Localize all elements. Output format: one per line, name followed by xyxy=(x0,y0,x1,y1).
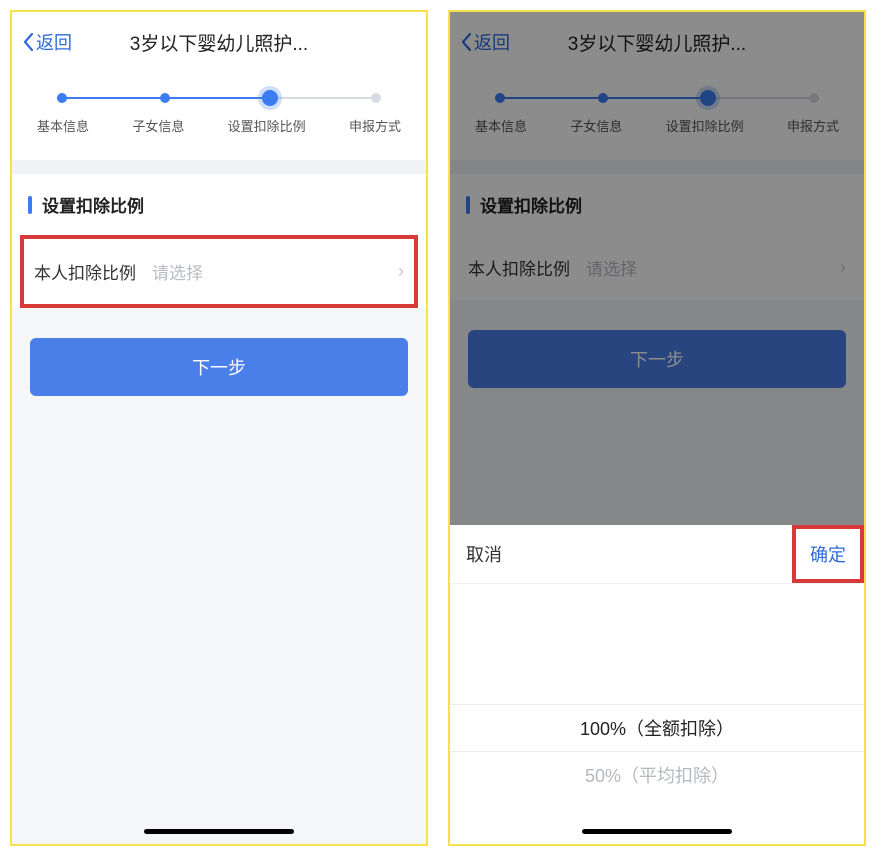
deduction-ratio-field[interactable]: 本人扣除比例 请选择 › xyxy=(458,235,856,300)
page-title: 3岁以下婴幼儿照护... xyxy=(72,29,366,56)
confirm-label: 确定 xyxy=(810,545,846,565)
picker-body[interactable]: 100%（全额扣除） 50%（平均扣除） xyxy=(450,584,864,844)
progress-stepper: 基本信息 子女信息 设置扣除比例 申报方式 xyxy=(12,72,426,160)
chevron-left-icon xyxy=(460,32,472,52)
nav-bar: 返回 3岁以下婴幼儿照护... xyxy=(12,12,426,72)
step-label-1: 基本信息 xyxy=(475,116,527,135)
nav-bar: 返回 3岁以下婴幼儿照护... xyxy=(450,12,864,72)
chevron-right-icon: › xyxy=(840,257,846,278)
progress-stepper: 基本信息 子女信息 设置扣除比例 申报方式 xyxy=(450,72,864,160)
page-title: 3岁以下婴幼儿照护... xyxy=(510,29,804,56)
picker-sheet: 取消 确定 100%（全额扣除） 50%（平均扣除） xyxy=(450,525,864,844)
back-label: 返回 xyxy=(36,29,72,55)
picker-option-50[interactable]: 50%（平均扣除） xyxy=(450,752,864,798)
back-button[interactable]: 返回 xyxy=(22,29,72,55)
step-label-3: 设置扣除比例 xyxy=(666,116,744,135)
step-label-2: 子女信息 xyxy=(132,116,184,135)
deduction-ratio-field[interactable]: 本人扣除比例 请选择 › xyxy=(20,235,418,308)
step-dot-4 xyxy=(809,93,819,103)
step-label-4: 申报方式 xyxy=(787,116,839,135)
phone-screen-right: 返回 3岁以下婴幼儿照护... 基本信息 子女信息 设置扣除比例 申报方式 xyxy=(448,10,866,846)
field-label: 本人扣除比例 xyxy=(34,259,136,284)
section-title: 设置扣除比例 xyxy=(12,174,426,235)
back-button[interactable]: 返回 xyxy=(460,29,510,55)
field-placeholder: 请选择 xyxy=(152,259,398,284)
step-dot-1 xyxy=(57,93,67,103)
step-label-3: 设置扣除比例 xyxy=(228,116,306,135)
cancel-button[interactable]: 取消 xyxy=(466,541,502,567)
step-dot-4 xyxy=(371,93,381,103)
next-button[interactable]: 下一步 xyxy=(468,330,846,388)
home-indicator[interactable] xyxy=(582,829,732,834)
accent-bar-icon xyxy=(28,196,32,214)
field-label: 本人扣除比例 xyxy=(468,255,570,280)
section-title-text: 设置扣除比例 xyxy=(480,192,582,217)
phone-screen-left: 返回 3岁以下婴幼儿照护... 基本信息 子女信息 设置扣除比例 申报方式 xyxy=(10,10,428,846)
home-indicator[interactable] xyxy=(144,829,294,834)
step-label-2: 子女信息 xyxy=(570,116,622,135)
chevron-right-icon: › xyxy=(398,261,404,282)
step-dot-2 xyxy=(598,93,608,103)
step-label-1: 基本信息 xyxy=(37,116,89,135)
section-title-text: 设置扣除比例 xyxy=(42,192,144,217)
next-button[interactable]: 下一步 xyxy=(30,338,408,396)
accent-bar-icon xyxy=(466,196,470,214)
chevron-left-icon xyxy=(22,32,34,52)
section-title: 设置扣除比例 xyxy=(450,174,864,235)
step-dot-1 xyxy=(495,93,505,103)
step-dot-3 xyxy=(262,90,278,106)
step-dot-2 xyxy=(160,93,170,103)
picker-header: 取消 确定 xyxy=(450,525,864,584)
step-dot-3 xyxy=(700,90,716,106)
picker-option-100[interactable]: 100%（全额扣除） xyxy=(450,704,864,752)
step-label-4: 申报方式 xyxy=(349,116,401,135)
confirm-button[interactable]: 确定 xyxy=(792,525,864,583)
field-placeholder: 请选择 xyxy=(586,255,840,280)
back-label: 返回 xyxy=(474,29,510,55)
